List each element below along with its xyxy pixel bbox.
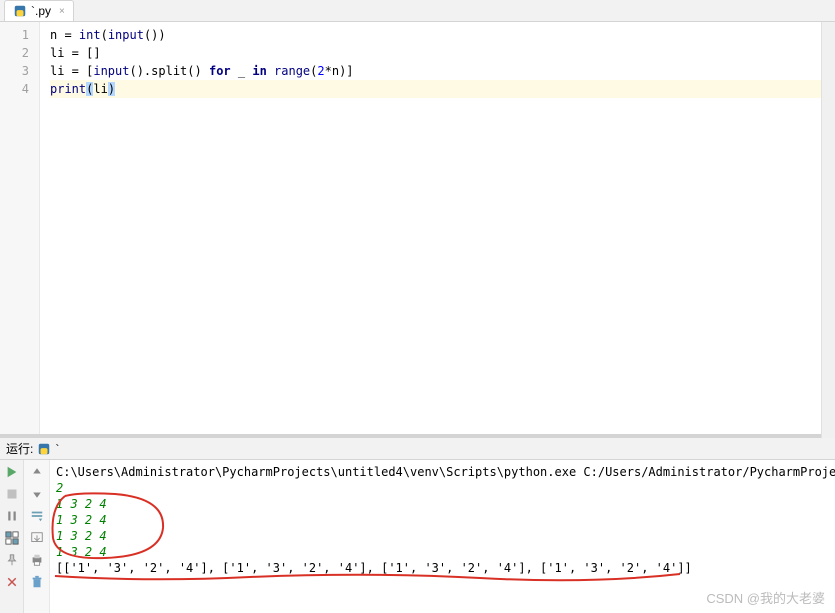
console-path: C:\Users\Administrator\PycharmProjects\u… [56,464,829,480]
rerun-icon[interactable] [4,464,20,480]
code-line-2: li = [] [50,44,827,62]
soft-wrap-icon[interactable] [29,508,45,524]
trash-icon[interactable] [29,574,45,590]
python-file-icon [13,4,27,18]
tab-filename: `.py [31,4,51,18]
run-label: 运行: [6,440,33,457]
console-output-line: [['1', '3', '2', '4'], ['1', '3', '2', '… [56,560,829,576]
up-icon[interactable] [29,464,45,480]
console-input: 1 3 2 4 [56,512,829,528]
console-input: 1 3 2 4 [56,528,829,544]
print-icon[interactable] [29,552,45,568]
run-tool-window: 运行: ` C:\Users\Administrator\PycharmProj… [0,438,835,613]
code-area[interactable]: n = int(input()) li = [] li = [input().s… [40,22,835,434]
line-number: 3 [0,62,39,80]
vertical-scrollbar[interactable] [821,22,835,434]
console-input: 1 3 2 4 [56,496,829,512]
run-script-name: ` [55,442,59,456]
console-input: 1 3 2 4 [56,544,829,560]
run-header: 运行: ` [0,438,835,460]
line-gutter: 1 2 3 4 [0,22,40,434]
down-icon[interactable] [29,486,45,502]
layout-icon[interactable] [4,530,20,546]
close-panel-icon[interactable] [4,574,20,590]
file-tab[interactable]: `.py × [4,0,74,21]
scroll-end-icon[interactable] [29,530,45,546]
code-line-3: li = [input().split() for _ in range(2*n… [50,62,827,80]
line-number: 2 [0,44,39,62]
pause-icon[interactable] [4,508,20,524]
editor-tab-bar: `.py × [0,0,835,22]
close-icon[interactable]: × [59,6,65,17]
run-toolbar-left [0,460,24,613]
python-file-icon [37,442,51,456]
watermark: CSDN @我的大老婆 [706,588,825,607]
code-line-4: print(li) [50,80,827,98]
pin-icon[interactable] [4,552,20,568]
line-number: 1 [0,26,39,44]
code-editor: 1 2 3 4 n = int(input()) li = [] li = [i… [0,22,835,434]
code-line-1: n = int(input()) [50,26,827,44]
run-toolbar-right [24,460,50,613]
stop-icon[interactable] [4,486,20,502]
line-number: 4 [0,80,39,98]
console-input: 2 [56,480,829,496]
